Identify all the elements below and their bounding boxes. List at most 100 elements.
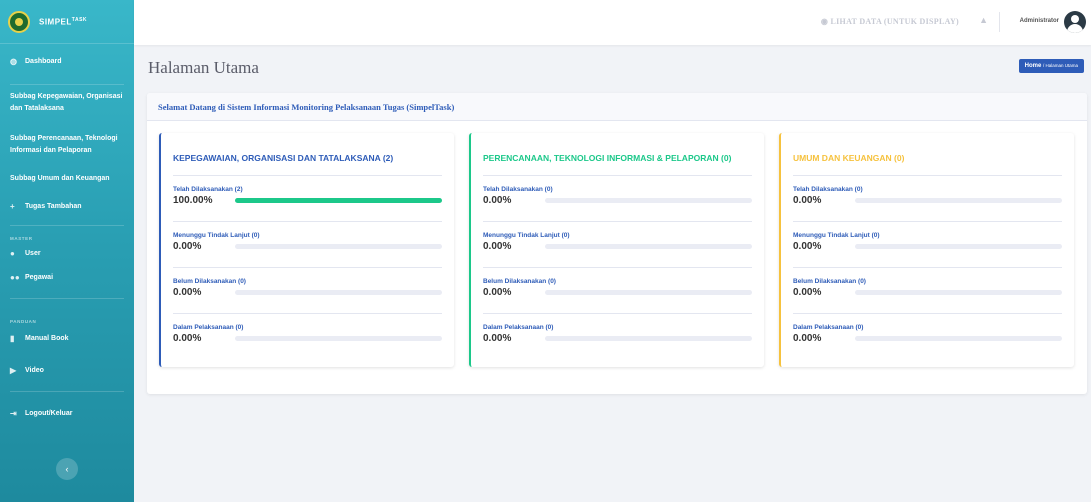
progress-bar — [545, 336, 752, 341]
progress-bar — [855, 336, 1062, 341]
status-row: Belum Dilaksanakan (0) 0.00% — [793, 268, 1062, 314]
topbar-divider — [999, 12, 1000, 32]
sidebar-item-label: Logout/Keluar — [25, 410, 73, 417]
sidebar-divider — [10, 391, 124, 392]
sidebar-toggle-button[interactable]: ‹ — [56, 458, 78, 480]
status-percent: 0.00% — [483, 195, 512, 206]
status-label: Menunggu Tindak Lanjut (0) — [173, 232, 260, 239]
status-label: Belum Dilaksanakan (0) — [173, 278, 246, 285]
book-icon: ▮ — [10, 334, 15, 343]
status-percent: 100.00% — [173, 195, 213, 206]
status-percent: 0.00% — [793, 241, 822, 252]
progress-bar — [855, 244, 1062, 249]
status-percent: 0.00% — [793, 333, 822, 344]
dashboard-icon: ◍ — [10, 57, 17, 66]
status-row: Telah Dilaksanakan (0) 0.00% — [483, 176, 752, 222]
logo-icon — [8, 10, 30, 33]
view-display-link[interactable]: ◉ LIHAT DATA (UNTUK DISPLAY) — [821, 17, 959, 26]
status-row: Dalam Pelaksanaan (0) 0.00% — [483, 314, 752, 360]
sidebar-item-label: Subbag Perencanaan, Teknologi Informasi … — [10, 135, 118, 154]
avatar[interactable] — [1064, 11, 1086, 33]
status-row: Telah Dilaksanakan (2) 100.00% — [173, 176, 442, 222]
status-card-kepegawaian: KEPEGAWAIAN, ORGANISASI DAN TATALAKSANA … — [159, 133, 454, 367]
eye-icon: ◉ — [820, 17, 831, 26]
sidebar-item-user[interactable]: ● User — [0, 248, 134, 272]
bell-icon[interactable]: ▲ — [979, 15, 988, 25]
sidebar-item-label: Tugas Tambahan — [25, 203, 82, 210]
progress-bar — [235, 336, 442, 341]
status-percent: 0.00% — [793, 287, 822, 298]
status-row: Dalam Pelaksanaan (0) 0.00% — [173, 314, 442, 360]
status-row: Dalam Pelaksanaan (0) 0.00% — [793, 314, 1062, 360]
status-percent: 0.00% — [483, 333, 512, 344]
logout-icon: ⇥ — [10, 409, 17, 418]
plus-icon: + — [10, 202, 15, 211]
sidebar-item-label: Video — [25, 367, 44, 374]
topbar: ◉ LIHAT DATA (UNTUK DISPLAY) ▲ Administr… — [134, 0, 1091, 45]
sidebar-divider — [10, 225, 124, 226]
user-name[interactable]: Administrator — [1020, 18, 1059, 24]
status-label: Telah Dilaksanakan (2) — [173, 186, 243, 193]
progress-bar — [235, 244, 442, 249]
sidebar-item-video[interactable]: ▶ Video — [0, 365, 134, 391]
status-card-perencanaan: PERENCANAAN, TEKNOLOGI INFORMASI & PELAP… — [469, 133, 764, 367]
status-label: Menunggu Tindak Lanjut (0) — [793, 232, 880, 239]
status-label: Dalam Pelaksanaan (0) — [793, 324, 864, 331]
progress-bar — [855, 198, 1062, 203]
status-row: Belum Dilaksanakan (0) 0.00% — [483, 268, 752, 314]
status-row: Menunggu Tindak Lanjut (0) 0.00% — [173, 222, 442, 268]
status-label: Belum Dilaksanakan (0) — [793, 278, 866, 285]
video-icon: ▶ — [10, 366, 17, 375]
status-label: Dalam Pelaksanaan (0) — [483, 324, 554, 331]
progress-bar — [855, 290, 1062, 295]
status-percent: 0.00% — [173, 287, 202, 298]
sidebar-item-label: Subbag Kepegawaian, Organisasi dan Tatal… — [10, 93, 123, 112]
sidebar: SIMPELTASK ◍ Dashboard Subbag Kepegawaia… — [0, 0, 134, 502]
progress-bar — [545, 290, 752, 295]
status-percent: 0.00% — [793, 195, 822, 206]
sidebar-item-perencanaan[interactable]: Subbag Perencanaan, Teknologi Informasi … — [0, 127, 134, 169]
status-row: Menunggu Tindak Lanjut (0) 0.00% — [793, 222, 1062, 268]
status-row: Telah Dilaksanakan (0) 0.00% — [793, 176, 1062, 222]
sidebar-item-manual-book[interactable]: ▮ Manual Book — [0, 333, 134, 365]
status-row: Belum Dilaksanakan (0) 0.00% — [173, 268, 442, 314]
progress-fill — [235, 198, 442, 203]
sidebar-item-label: User — [25, 250, 41, 257]
status-percent: 0.00% — [173, 241, 202, 252]
card-title: PERENCANAAN, TEKNOLOGI INFORMASI & PELAP… — [483, 153, 732, 163]
sidebar-divider — [10, 298, 124, 299]
progress-bar — [235, 290, 442, 295]
user-icon: ● — [10, 249, 15, 258]
sidebar-item-label: Pegawai — [25, 274, 54, 281]
brand-name: SIMPELTASK — [39, 16, 88, 27]
chevron-left-icon: ‹ — [65, 464, 69, 474]
status-label: Menunggu Tindak Lanjut (0) — [483, 232, 570, 239]
progress-bar — [545, 198, 752, 203]
sidebar-item-umum[interactable]: Subbag Umum dan Keuangan — [0, 169, 134, 201]
progress-bar — [235, 198, 442, 203]
sidebar-heading-panduan: PANDUAN — [10, 319, 37, 324]
page-title: Halaman Utama — [148, 58, 259, 77]
sidebar-item-label: Manual Book — [25, 335, 69, 342]
sidebar-item-kepegawaian[interactable]: Subbag Kepegawaian, Organisasi dan Tatal… — [0, 85, 134, 127]
status-card-umum: UMUM DAN KEUANGAN (0) Telah Dilaksanakan… — [779, 133, 1074, 367]
breadcrumb-home[interactable]: Home — [1025, 63, 1042, 69]
sidebar-item-dashboard[interactable]: ◍ Dashboard — [0, 56, 134, 84]
status-percent: 0.00% — [173, 333, 202, 344]
status-percent: 0.00% — [483, 287, 512, 298]
sidebar-item-pegawai[interactable]: ●● Pegawai — [0, 272, 134, 298]
status-percent: 0.00% — [483, 241, 512, 252]
sidebar-item-label: Dashboard — [25, 58, 62, 65]
sidebar-item-logout[interactable]: ⇥ Logout/Keluar — [0, 408, 134, 428]
status-label: Telah Dilaksanakan (0) — [483, 186, 553, 193]
breadcrumb-current: / Halaman Utama — [1042, 63, 1078, 68]
welcome-heading: Selamat Datang di Sistem Informasi Monit… — [147, 93, 1087, 121]
status-label: Telah Dilaksanakan (0) — [793, 186, 863, 193]
card-title: UMUM DAN KEUANGAN (0) — [793, 153, 905, 163]
sidebar-brand[interactable]: SIMPELTASK — [0, 0, 134, 44]
status-label: Belum Dilaksanakan (0) — [483, 278, 556, 285]
breadcrumb: Home / Halaman Utama — [1018, 59, 1084, 73]
sidebar-item-tugas-tambahan[interactable]: + Tugas Tambahan — [0, 201, 134, 225]
card-title: KEPEGAWAIAN, ORGANISASI DAN TATALAKSANA … — [173, 153, 394, 163]
users-icon: ●● — [10, 273, 20, 282]
